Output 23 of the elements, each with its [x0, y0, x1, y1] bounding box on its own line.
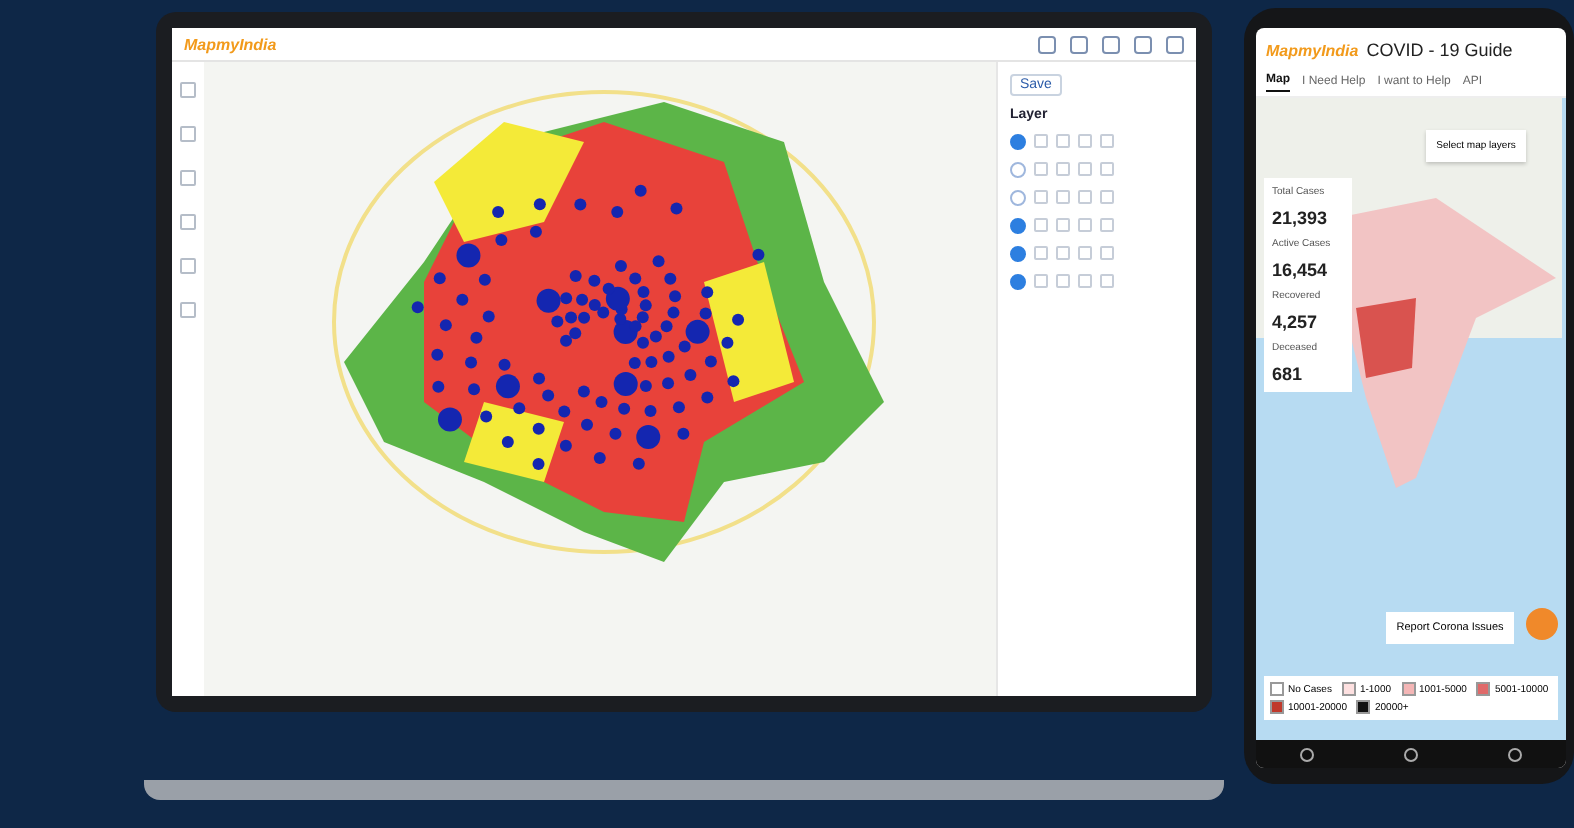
visibility-toggle[interactable] — [1010, 162, 1026, 178]
logo: MapmyIndia — [184, 35, 277, 53]
tool-icon[interactable] — [180, 214, 196, 230]
tool-icon[interactable] — [180, 258, 196, 274]
visibility-toggle[interactable] — [1010, 274, 1026, 290]
nav-icon[interactable] — [1507, 747, 1522, 761]
tool-icon[interactable] — [180, 126, 196, 142]
app-title: COVID - 19 Guide — [1366, 40, 1513, 60]
nav-icon[interactable] — [1403, 747, 1418, 761]
tool-icon[interactable] — [180, 302, 196, 318]
add-button[interactable] — [1526, 608, 1558, 640]
tool-icon[interactable] — [180, 82, 196, 98]
tool-icon[interactable] — [180, 170, 196, 186]
visibility-toggle[interactable] — [1010, 134, 1026, 150]
stat-value: 681 — [1272, 364, 1305, 384]
stat-value: 21,393 — [1272, 208, 1330, 228]
visibility-toggle[interactable] — [1010, 218, 1026, 234]
stat-value: 4,257 — [1272, 312, 1320, 332]
nav-icon[interactable] — [1300, 747, 1315, 761]
visibility-toggle[interactable] — [1010, 190, 1026, 206]
logo: MapmyIndia — [1266, 41, 1359, 59]
visibility-toggle[interactable] — [1010, 246, 1026, 262]
stat-value: 16,454 — [1272, 260, 1330, 280]
